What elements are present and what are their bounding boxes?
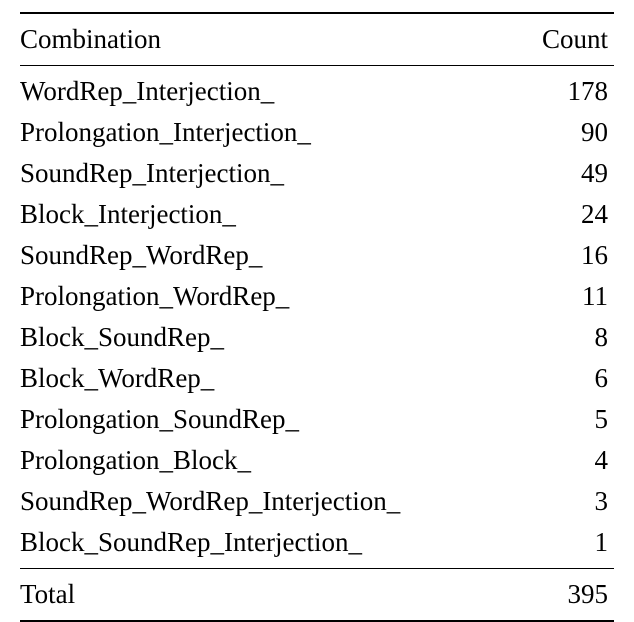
- table-row: Block_SoundRep_8: [20, 317, 614, 358]
- table-row: Block_SoundRep_Interjection_1: [20, 522, 614, 569]
- combination-cell: SoundRep_WordRep_Interjection_: [20, 481, 521, 522]
- combination-cell: Prolongation_WordRep_: [20, 276, 521, 317]
- table-body: WordRep_Interjection_178Prolongation_Int…: [20, 66, 614, 569]
- table-row: SoundRep_Interjection_49: [20, 153, 614, 194]
- combination-cell: SoundRep_WordRep_: [20, 235, 521, 276]
- count-cell: 11: [521, 276, 614, 317]
- count-cell: 178: [521, 66, 614, 113]
- combination-cell: SoundRep_Interjection_: [20, 153, 521, 194]
- table-row: Prolongation_Block_4: [20, 440, 614, 481]
- combination-cell: Prolongation_SoundRep_: [20, 399, 521, 440]
- table-header-row: Combination Count: [20, 13, 614, 66]
- table-row: Prolongation_Interjection_90: [20, 112, 614, 153]
- combination-cell: Block_Interjection_: [20, 194, 521, 235]
- total-count: 395: [521, 569, 614, 622]
- count-cell: 3: [521, 481, 614, 522]
- table-row: Block_WordRep_6: [20, 358, 614, 399]
- count-cell: 90: [521, 112, 614, 153]
- header-count: Count: [521, 13, 614, 66]
- count-cell: 4: [521, 440, 614, 481]
- table-row: Prolongation_SoundRep_5: [20, 399, 614, 440]
- table-row: SoundRep_WordRep_Interjection_3: [20, 481, 614, 522]
- header-combination: Combination: [20, 13, 521, 66]
- count-cell: 6: [521, 358, 614, 399]
- table-row: WordRep_Interjection_178: [20, 66, 614, 113]
- table-row: Prolongation_WordRep_11: [20, 276, 614, 317]
- count-cell: 16: [521, 235, 614, 276]
- table-total-row: Total 395: [20, 569, 614, 622]
- combination-cell: WordRep_Interjection_: [20, 66, 521, 113]
- combination-cell: Prolongation_Block_: [20, 440, 521, 481]
- count-cell: 24: [521, 194, 614, 235]
- count-cell: 8: [521, 317, 614, 358]
- table-row: SoundRep_WordRep_16: [20, 235, 614, 276]
- table-row: Block_Interjection_24: [20, 194, 614, 235]
- count-cell: 49: [521, 153, 614, 194]
- total-label: Total: [20, 569, 521, 622]
- combination-cell: Block_WordRep_: [20, 358, 521, 399]
- count-cell: 5: [521, 399, 614, 440]
- combination-cell: Prolongation_Interjection_: [20, 112, 521, 153]
- combination-count-table: Combination Count WordRep_Interjection_1…: [20, 12, 614, 622]
- combination-cell: Block_SoundRep_Interjection_: [20, 522, 521, 569]
- count-cell: 1: [521, 522, 614, 569]
- combination-cell: Block_SoundRep_: [20, 317, 521, 358]
